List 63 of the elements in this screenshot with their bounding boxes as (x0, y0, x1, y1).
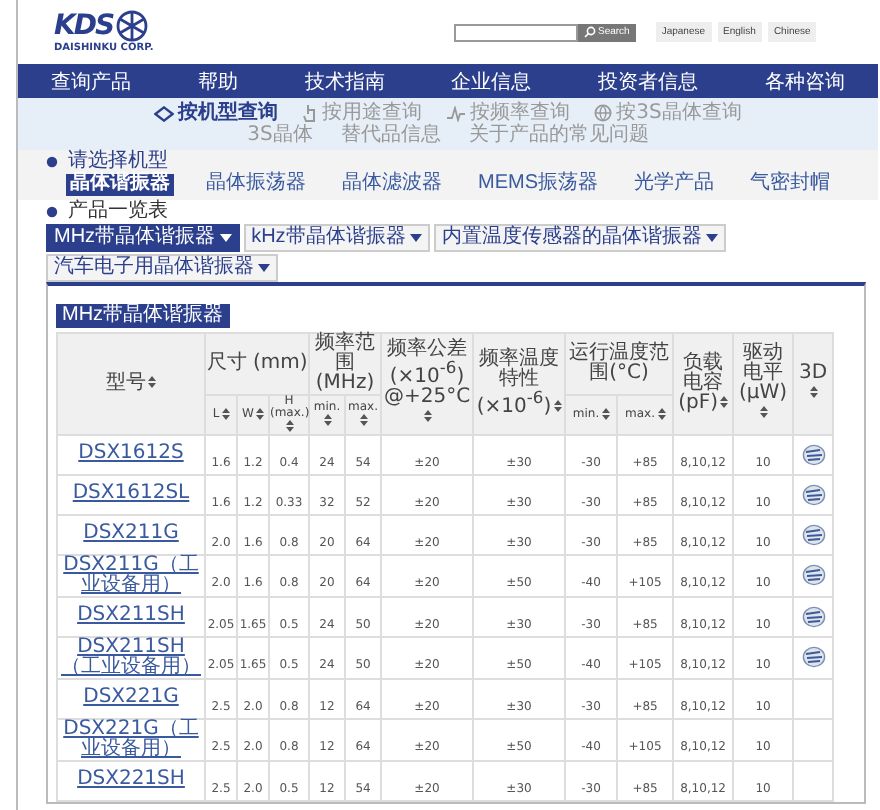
sort-icon (601, 408, 610, 420)
sort-icon (657, 408, 666, 420)
category-tab[interactable]: 气密封帽 (746, 174, 834, 195)
model-link[interactable]: DSX211SH（工业设备用） (58, 637, 204, 678)
product-tab[interactable]: 内置温度传感器的晶体谐振器 (433, 224, 726, 252)
chip-icon (154, 105, 175, 121)
subcategory-button[interactable]: MHz带晶体谐振器 (56, 304, 230, 328)
column-header[interactable]: 3D (793, 333, 834, 435)
sort-icon (810, 386, 819, 399)
nav-link[interactable]: 投资者信息 (597, 67, 698, 95)
section-title: 产品一览表 (68, 201, 168, 222)
3d-model-icon[interactable] (801, 443, 826, 466)
caret-icon (705, 234, 718, 242)
sort-icon (221, 408, 230, 420)
caret-icon (219, 234, 232, 242)
sort-icon (148, 376, 156, 389)
3d-model-icon[interactable] (801, 523, 826, 546)
nav-link[interactable]: 各种咨询 (764, 67, 845, 95)
search-mode-link[interactable]: 按机型查询 (178, 102, 279, 124)
column-header[interactable]: 型号 (57, 333, 205, 435)
section-label: 请选择机型 (68, 152, 168, 172)
product-tab[interactable]: MHz带晶体谐振器 (46, 224, 240, 252)
nav-link[interactable]: 企业信息 (451, 67, 532, 95)
sort-icon (719, 396, 728, 409)
wave-icon (446, 105, 467, 121)
3d-model-icon[interactable] (801, 646, 826, 669)
nav-link[interactable]: 帮助 (197, 67, 238, 95)
search-icon (584, 26, 596, 38)
product-tab[interactable]: kHz带晶体谐振器 (243, 224, 430, 252)
column-header[interactable]: 频率公差 (×10$^{-6}$) @+25°C (381, 333, 474, 435)
search-field[interactable] (454, 23, 578, 41)
category-tab[interactable]: 晶体谐振器 (66, 174, 174, 195)
sort-icon (760, 406, 769, 419)
logo-mark: KDS (54, 12, 114, 40)
model-link[interactable]: DSX211G（工业设备用） (58, 555, 204, 596)
category-tab[interactable]: 晶体滤波器 (338, 174, 446, 195)
sort-icon (360, 414, 368, 426)
3d-model-icon[interactable] (801, 564, 826, 587)
column-header[interactable]: 负载电容 (pF) (673, 333, 734, 435)
nav-link[interactable]: 技术指南 (304, 67, 385, 95)
model-link[interactable]: DSX221G（工业设备用） (58, 719, 204, 760)
caret-icon (409, 234, 422, 242)
sort-icon (255, 408, 264, 420)
sort-icon (286, 420, 294, 432)
globe-icon (594, 104, 613, 122)
3d-model-icon[interactable] (801, 605, 826, 628)
3d-model-icon[interactable] (801, 483, 826, 506)
nav-link[interactable]: 查询产品 (51, 67, 132, 95)
sort-icon (424, 410, 433, 423)
bullet-icon (46, 156, 58, 168)
category-tab[interactable]: 晶体振荡器 (202, 174, 310, 195)
bullet-icon (46, 205, 58, 218)
category-tab[interactable]: MEMS振荡器 (474, 174, 602, 195)
logo-emblem-icon (115, 10, 148, 42)
caret-icon (258, 264, 270, 272)
column-header[interactable]: 尺寸 (mm) (205, 333, 309, 395)
column-header[interactable]: 频率范围(MHz) (309, 333, 382, 395)
column-header[interactable]: 驱动电平 (μW) (733, 333, 794, 435)
column-header[interactable]: 频率温度特性 (×10$^{-6}$) (473, 333, 566, 435)
category-tab[interactable]: 光学产品 (630, 174, 718, 195)
column-header[interactable]: 运行温度范围(°C) (565, 333, 674, 395)
product-tab[interactable]: 汽车电子用晶体谐振器 (46, 254, 278, 282)
sort-icon (324, 414, 332, 426)
